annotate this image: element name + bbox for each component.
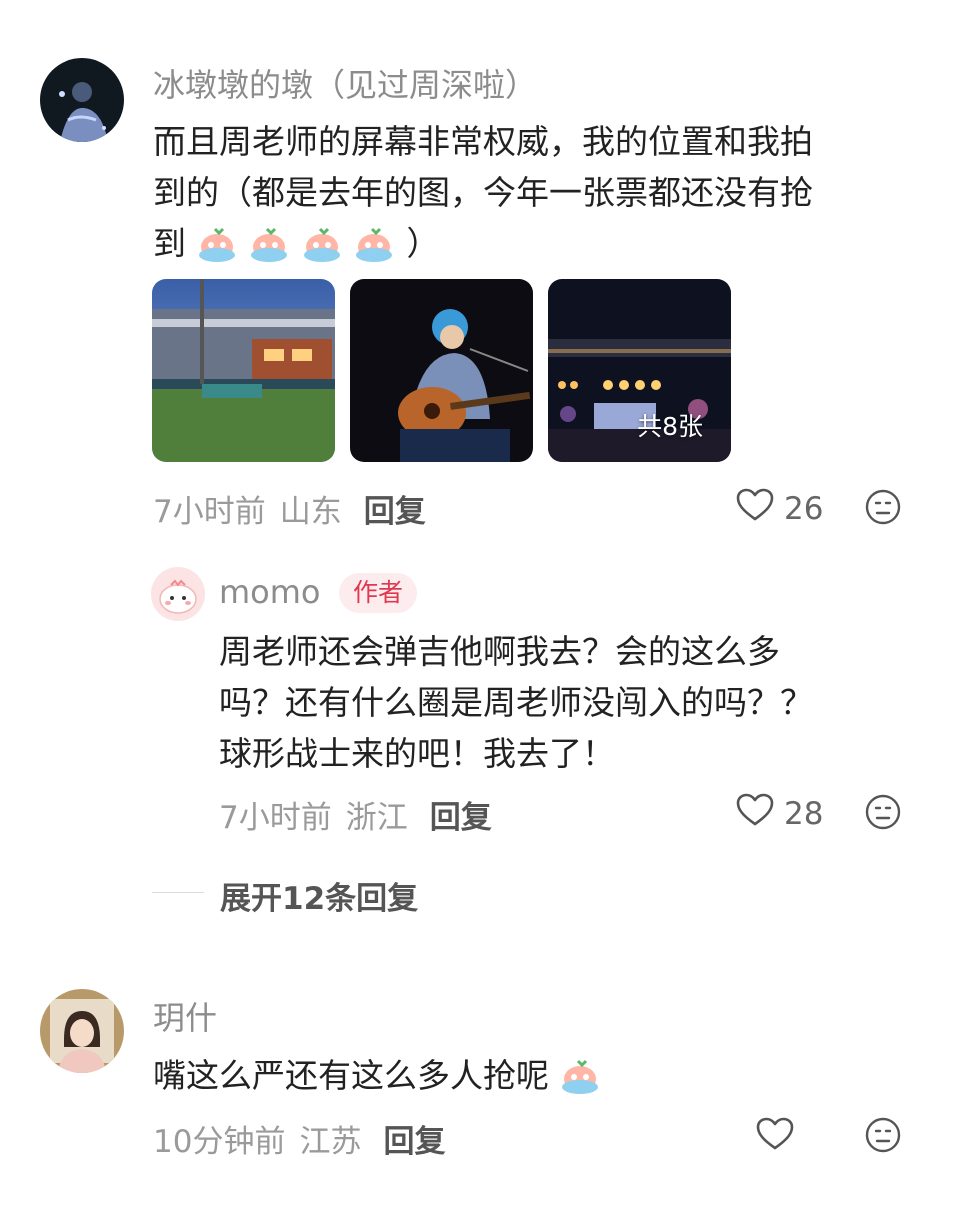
avatar[interactable] — [40, 58, 124, 142]
author-badge: 作者 — [339, 573, 418, 613]
comment-location: 山东 — [279, 494, 342, 530]
comment-time: 7小时前 — [219, 800, 332, 836]
username[interactable]: 玥什 — [153, 993, 217, 1039]
comment-meta: 7小时前 浙江 回复 — [219, 792, 492, 837]
reply-button[interactable]: 回复 — [383, 1124, 445, 1160]
heart-outline-icon — [736, 793, 774, 835]
comment-meta: 7小时前 山东 回复 — [153, 486, 426, 531]
smiley-face-icon[interactable] — [865, 489, 901, 525]
like-count: 26 — [784, 491, 824, 527]
comment-image-guitar[interactable] — [350, 279, 533, 462]
smiley-face-icon[interactable] — [865, 794, 901, 830]
comment-time: 7小时前 — [153, 494, 266, 530]
comment-time: 10分钟前 — [153, 1124, 286, 1160]
like-count: 28 — [784, 796, 824, 832]
comment-thread: 冰墩墩的墩（见过周深啦） 而且周老师的屏幕非常权威，我的位置和我拍 到的（都是去… — [0, 0, 960, 1214]
like-button[interactable]: 28 — [736, 793, 823, 835]
comment-text: 周老师还会弹吉他啊我去？会的这么多 吗？还有什么圈是周老师没闯入的吗？？ 球形战… — [219, 626, 919, 779]
reply-button[interactable]: 回复 — [430, 800, 492, 836]
comment-text-line: 到 ） — [153, 218, 933, 269]
comment-text-line: 而且周老师的屏幕非常权威，我的位置和我拍 — [153, 122, 813, 161]
heart-outline-icon — [736, 488, 774, 530]
crying-peach-emoji — [549, 1056, 602, 1095]
crying-peach-emoji — [354, 224, 407, 263]
like-button[interactable] — [756, 1117, 794, 1159]
comment-text-line: 吗？还有什么圈是周老师没闯入的吗？？ — [219, 683, 813, 722]
reply-button[interactable]: 回复 — [364, 494, 426, 530]
expand-replies-button[interactable]: 展开12条回复 — [220, 873, 418, 918]
avatar[interactable] — [151, 567, 205, 621]
heart-outline-icon — [756, 1117, 794, 1159]
comment-location: 浙江 — [345, 800, 408, 836]
comment-text-fragment: 到 — [153, 224, 186, 263]
like-button[interactable]: 26 — [736, 488, 823, 530]
comment-text: 而且周老师的屏幕非常权威，我的位置和我拍 到的（都是去年的图，今年一张票都还没有… — [153, 116, 933, 269]
comment-text-line: 球形战士来的吧！我去了！ — [219, 734, 615, 773]
crying-peach-emoji — [186, 224, 249, 263]
comment-text-line: 到的（都是去年的图，今年一张票都还没有抢 — [153, 173, 813, 212]
comment-text-fragment: ） — [406, 224, 440, 263]
comment-image-stadium[interactable] — [152, 279, 335, 462]
expand-divider — [152, 892, 204, 893]
avatar[interactable] — [40, 989, 124, 1073]
comment-meta: 10分钟前 江苏 回复 — [153, 1116, 445, 1161]
smiley-face-icon[interactable] — [865, 1117, 901, 1153]
comment-location: 江苏 — [299, 1124, 362, 1160]
username[interactable]: momo — [219, 573, 321, 611]
crying-peach-emoji — [302, 224, 355, 263]
username[interactable]: 冰墩墩的墩（见过周深啦） — [153, 60, 537, 106]
crying-peach-emoji — [249, 224, 302, 263]
image-count-badge: 共8张 — [637, 412, 703, 441]
comment-text: 嘴这么严还有这么多人抢呢 — [153, 1050, 933, 1101]
comment-text-fragment: 嘴这么严还有这么多人抢呢 — [153, 1056, 549, 1095]
comment-text-line: 周老师还会弹吉他啊我去？会的这么多 — [219, 632, 780, 671]
comment-image-concert-night[interactable]: 共8张 — [548, 279, 731, 462]
